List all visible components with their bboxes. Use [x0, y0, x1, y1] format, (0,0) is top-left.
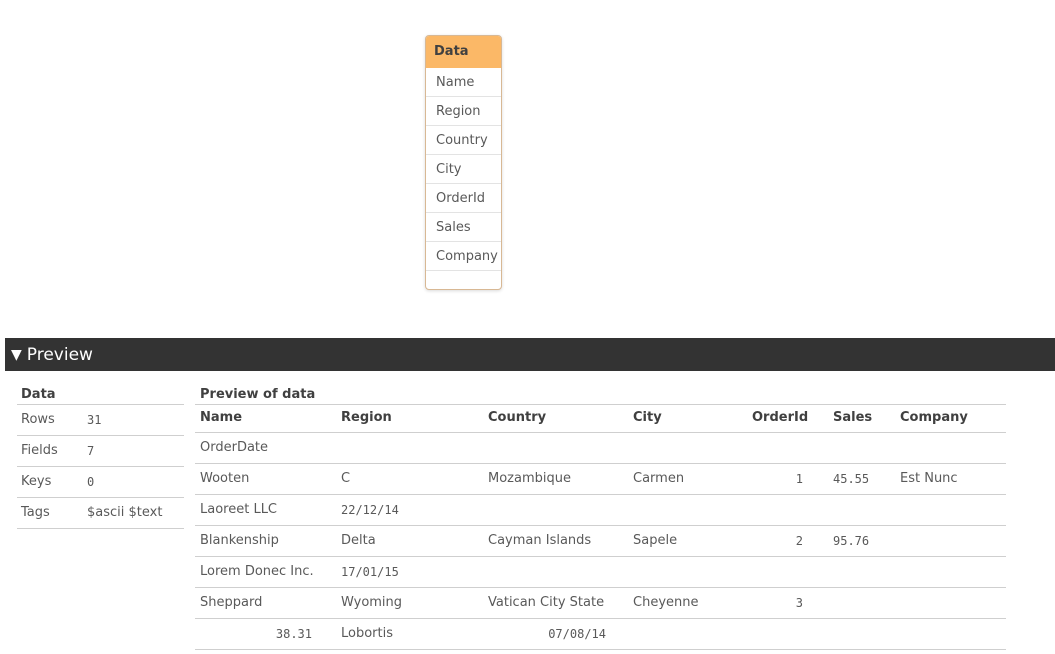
preview-toggle-bar[interactable]: ▼ Preview — [5, 338, 1055, 371]
summary-value: $ascii $text — [87, 505, 163, 520]
table-cell: C — [341, 471, 351, 486]
table-row: 38.31 Lobortis 07/08/14 — [195, 619, 1006, 650]
table-cell: 38.31 — [275, 627, 312, 641]
table-field-country[interactable]: Country — [426, 126, 501, 155]
table-cell: 2 — [795, 534, 803, 548]
column-header-country: Country — [488, 410, 547, 425]
table-cell: Delta — [341, 533, 376, 548]
table-cell: OrderDate — [200, 440, 269, 455]
column-header-region: Region — [341, 410, 392, 425]
data-summary-panel: Data Rows 31 Fields 7 Keys 0 Tags $ascii… — [17, 385, 184, 529]
summary-value: 0 — [87, 475, 95, 489]
triangle-down-icon: ▼ — [11, 346, 22, 363]
table-cell: Blankenship — [200, 533, 279, 548]
table-cell: Sheppard — [200, 595, 263, 610]
table-cell: 07/08/14 — [548, 627, 606, 641]
column-header-sales: Sales — [833, 410, 873, 425]
table-card-data[interactable]: Data Name Region Country City OrderId Sa… — [425, 35, 502, 290]
table-cell: Lorem Donec Inc. — [200, 564, 314, 579]
column-header-orderid: OrderId — [752, 410, 809, 425]
summary-key: Tags — [21, 505, 50, 520]
column-header-company: Company — [900, 410, 968, 425]
summary-row-tags: Tags $ascii $text — [17, 498, 184, 529]
table-field-sales[interactable]: Sales — [426, 213, 501, 242]
table-cell: Cayman Islands — [488, 533, 592, 548]
table-cell: 45.55 — [833, 472, 870, 486]
table-row: Lorem Donec Inc. 17/01/15 — [195, 557, 1006, 588]
summary-value: 7 — [87, 444, 95, 458]
preview-label: Preview — [26, 344, 93, 365]
table-card-title: Data — [426, 36, 501, 68]
table-cell: Cheyenne — [633, 595, 699, 610]
table-cell: Wooten — [200, 471, 250, 486]
table-cell: 95.76 — [833, 534, 870, 548]
table-field-orderid[interactable]: OrderId — [426, 184, 501, 213]
table-cell: 17/01/15 — [341, 565, 399, 579]
table-cell: 3 — [795, 596, 803, 610]
preview-table-title: Preview of data — [195, 385, 1006, 405]
table-row: OrderDate — [195, 433, 1006, 464]
table-row: Wooten C Mozambique Carmen 1 45.55 Est N… — [195, 464, 1006, 495]
table-cell: Est Nunc — [900, 471, 958, 486]
table-cell: 1 — [795, 472, 803, 486]
table-row: Blankenship Delta Cayman Islands Sapele … — [195, 526, 1006, 557]
table-row: Laoreet LLC 22/12/14 — [195, 495, 1006, 526]
table-header-row: Name Region Country City OrderId Sales C… — [195, 405, 1006, 433]
summary-key: Keys — [21, 474, 52, 489]
summary-key: Rows — [21, 412, 55, 427]
table-field-company[interactable]: Company — [426, 242, 501, 271]
summary-row-keys: Keys 0 — [17, 467, 184, 498]
table-row: Sheppard Wyoming Vatican City State Chey… — [195, 588, 1006, 619]
table-field-city[interactable]: City — [426, 155, 501, 184]
table-field-region[interactable]: Region — [426, 97, 501, 126]
summary-key: Fields — [21, 443, 58, 458]
summary-title: Data — [17, 385, 184, 405]
table-field-name[interactable]: Name — [426, 68, 501, 97]
summary-row-rows: Rows 31 — [17, 405, 184, 436]
table-cell: Laoreet LLC — [200, 502, 278, 517]
table-cell: Vatican City State — [488, 595, 605, 610]
table-cell: Carmen — [633, 471, 685, 486]
summary-row-fields: Fields 7 — [17, 436, 184, 467]
table-cell: Sapele — [633, 533, 678, 548]
column-header-city: City — [633, 410, 662, 425]
preview-data-table: Preview of data Name Region Country City… — [195, 385, 1006, 650]
table-cell: Wyoming — [341, 595, 403, 610]
table-cell: Lobortis — [341, 626, 393, 641]
table-cell: Mozambique — [488, 471, 571, 486]
table-cell: 22/12/14 — [341, 503, 399, 517]
summary-value: 31 — [87, 413, 102, 427]
column-header-name: Name — [200, 410, 243, 425]
